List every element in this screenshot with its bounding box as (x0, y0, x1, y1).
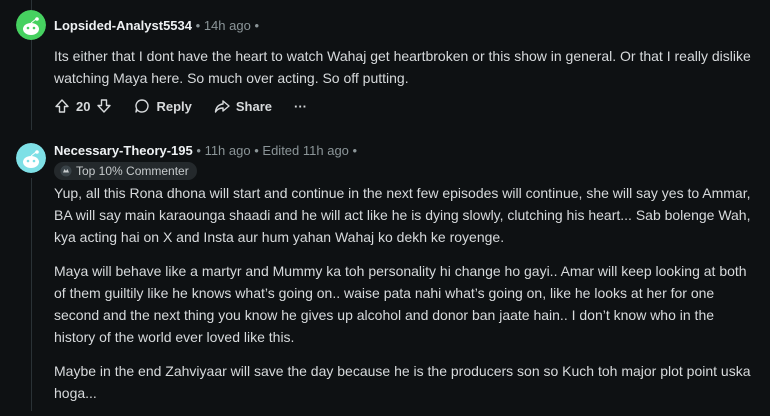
thread-line (31, 40, 32, 130)
downvote-icon[interactable] (96, 98, 112, 114)
snoo-avatar-icon (16, 10, 46, 40)
thread-line (31, 0, 32, 10)
comment-body: Yup, all this Rona dhona will start and … (54, 182, 754, 416)
separator: • (195, 18, 201, 33)
top-commenter-badge[interactable]: Top 10% Commenter (54, 162, 197, 180)
edited-timestamp: Edited 11h ago (262, 143, 349, 158)
separator: • (254, 18, 259, 33)
avatar[interactable] (16, 143, 46, 173)
separator: • (254, 143, 259, 158)
comment-paragraph: Maybe in the end Zahviyaar will save the… (54, 363, 751, 401)
share-button[interactable]: Share (214, 98, 272, 114)
comment-paragraph: Maya will behave like a martyr and Mummy… (54, 263, 747, 345)
comment-header: Necessary-Theory-195 • 11h ago • Edited … (54, 143, 357, 158)
separator: • (352, 143, 358, 158)
timestamp[interactable]: 11h ago (205, 143, 251, 158)
comment-paragraph: Yup, all this Rona dhona will start and … (54, 185, 751, 245)
share-label: Share (235, 98, 273, 114)
comment-actions: 20 Reply Share ··· (54, 98, 329, 114)
avatar[interactable] (16, 10, 46, 40)
upvote-icon[interactable] (54, 98, 70, 114)
comment-header: Lopsided-Analyst5534 • 14h ago • (54, 18, 259, 33)
timestamp[interactable]: 14h ago (204, 18, 251, 33)
chat-bubble-icon (135, 99, 150, 113)
share-arrow-icon (214, 100, 230, 113)
vote-group: 20 (54, 98, 112, 114)
thread-line (31, 178, 32, 411)
badge-label: Top 10% Commenter (76, 164, 189, 178)
more-options-icon: ··· (294, 98, 308, 114)
snoo-avatar-icon (16, 143, 46, 173)
username[interactable]: Necessary-Theory-195 (54, 143, 193, 158)
reply-label: Reply (156, 98, 192, 114)
comment-body: Its either that I dont have the heart to… (54, 45, 754, 101)
username[interactable]: Lopsided-Analyst5534 (54, 18, 192, 33)
badge-icon (60, 165, 72, 177)
separator: • (196, 143, 201, 158)
comment-paragraph: Its either that I dont have the heart to… (54, 48, 751, 86)
reply-button[interactable]: Reply (134, 98, 192, 114)
more-options-button[interactable]: ··· (294, 99, 307, 114)
vote-count: 20 (76, 98, 91, 114)
